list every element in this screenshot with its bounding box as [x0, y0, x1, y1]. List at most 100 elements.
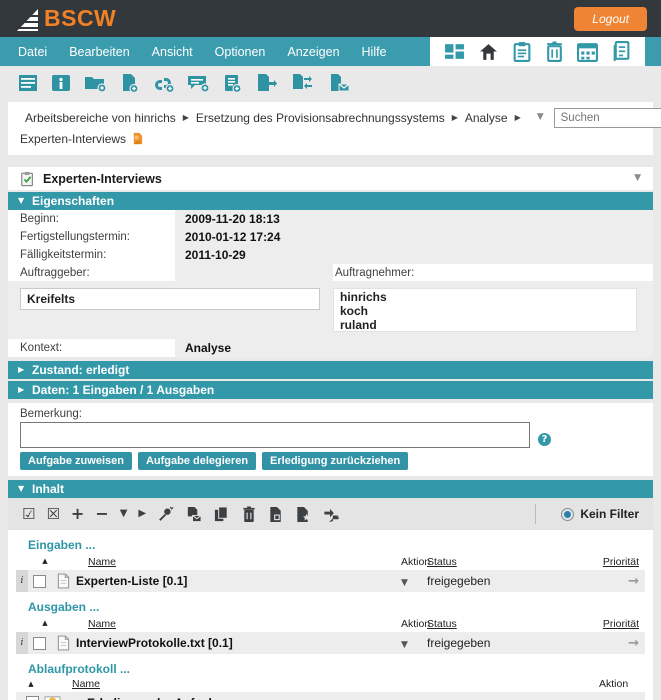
add-discussion-icon[interactable]: [187, 73, 209, 93]
section-label: Daten: 1 Eingaben / 1 Ausgaben: [32, 383, 214, 397]
column-status[interactable]: Status: [427, 618, 595, 630]
add-folder-icon[interactable]: [84, 73, 106, 93]
menu-ansicht[interactable]: Ansicht: [152, 45, 193, 59]
archive-document-icon[interactable]: [268, 506, 284, 523]
row-checkbox[interactable]: [33, 637, 46, 650]
section-daten[interactable]: Daten: 1 Eingaben / 1 Ausgaben: [8, 381, 653, 399]
sort-descending-icon[interactable]: [120, 509, 128, 519]
trash-icon[interactable]: [545, 41, 564, 62]
column-name[interactable]: Name: [88, 556, 401, 568]
deselect-all-icon[interactable]: [46, 507, 59, 522]
task-list-icon[interactable]: [611, 41, 631, 62]
section-zustand[interactable]: Zustand: erledigt: [8, 361, 653, 379]
menu-anzeigen[interactable]: Anzeigen: [287, 45, 339, 59]
section-eigenschaften[interactable]: Eigenschaften: [8, 192, 653, 210]
filter-label: Kein Filter: [580, 507, 639, 521]
expand-all-icon[interactable]: [71, 506, 84, 522]
aktion-menu-icon[interactable]: [401, 579, 408, 588]
sort-ascending-icon[interactable]: [138, 509, 146, 519]
radio-selected-icon[interactable]: [561, 508, 574, 521]
ausgaben-link[interactable]: Ausgaben ...: [8, 600, 653, 614]
auftraggeber-list[interactable]: Kreifelts: [20, 288, 320, 310]
breadcrumb-current[interactable]: Experten-Interviews: [20, 132, 126, 146]
auftragnehmer-item[interactable]: ruland: [340, 318, 630, 332]
info-icon[interactable]: [51, 73, 71, 93]
menu-hilfe[interactable]: Hilfe: [362, 45, 387, 59]
column-name[interactable]: Name: [88, 618, 401, 630]
breadcrumb-item-analyse[interactable]: Analyse: [465, 111, 508, 125]
section-inhalt[interactable]: Inhalt: [8, 480, 653, 498]
catch-up-pin-icon[interactable]: [157, 506, 174, 523]
aktion-menu-icon[interactable]: [401, 641, 408, 650]
eingaben-header: Name Aktion Status Priorität: [8, 555, 653, 568]
add-task-icon[interactable]: [222, 73, 242, 93]
aufgabe-delegieren-button[interactable]: Aufgabe delegieren: [138, 452, 256, 470]
property-value: 2009-11-20 18:13: [175, 212, 280, 226]
aufgabe-zuweisen-button[interactable]: Aufgabe zuweisen: [20, 452, 132, 470]
property-value: Analyse: [175, 341, 231, 355]
menu-optionen[interactable]: Optionen: [215, 45, 266, 59]
breadcrumb-root[interactable]: Arbeitsbereiche von hinrichs: [25, 111, 176, 125]
property-value: 2010-01-12 17:24: [175, 230, 280, 244]
column-prioritaet[interactable]: Priorität: [595, 618, 645, 630]
title-menu-caret-icon[interactable]: [634, 174, 641, 183]
auftragnehmer-list[interactable]: hinrichs koch ruland: [333, 288, 637, 332]
add-document-icon[interactable]: [119, 73, 139, 93]
upload-document-icon[interactable]: [255, 73, 277, 93]
bscw-logo[interactable]: BSCW: [14, 5, 116, 32]
auftragnehmer-item[interactable]: koch: [340, 304, 630, 318]
sort-icon[interactable]: [16, 681, 46, 688]
collapse-icon: [18, 485, 32, 493]
convert-document-icon[interactable]: [290, 73, 314, 93]
ablaufprotokoll-link[interactable]: Ablaufprotokoll ...: [8, 662, 653, 676]
home-icon[interactable]: [478, 41, 499, 62]
bemerkung-textarea[interactable]: [20, 422, 530, 448]
clipboard-icon[interactable]: [512, 41, 532, 62]
sort-icon[interactable]: [28, 558, 62, 565]
logo-pages-icon: [14, 6, 40, 32]
eingaben-link[interactable]: Eingaben ...: [8, 538, 653, 552]
logout-button[interactable]: Logout: [574, 7, 647, 31]
column-status[interactable]: Status: [427, 556, 595, 568]
file-name[interactable]: InterviewProtokolle.txt [0.1]: [76, 636, 401, 650]
document-star-icon[interactable]: [295, 506, 311, 523]
send-document-icon[interactable]: [327, 73, 349, 93]
send-file-icon[interactable]: [185, 506, 202, 523]
search-input[interactable]: [554, 108, 661, 128]
collapse-all-icon[interactable]: [95, 506, 108, 522]
quick-access-panel: [430, 37, 645, 66]
erledigung-zurueckziehen-button[interactable]: Erledigung zurückziehen: [262, 452, 408, 470]
table-view-icon[interactable]: [18, 73, 38, 93]
calendar-icon[interactable]: [577, 41, 598, 62]
dashboard-icon[interactable]: [444, 41, 465, 62]
row-checkbox[interactable]: [33, 575, 46, 588]
content-toolbar: Kein Filter: [8, 498, 653, 530]
help-icon[interactable]: [538, 433, 551, 446]
workspace-task-icon: [131, 132, 144, 145]
log-row-erledigung: Erledigung der Aufgabe: [16, 692, 645, 700]
document-icon: [57, 573, 70, 589]
info-gutter-icon[interactable]: [16, 632, 28, 654]
copy-icon[interactable]: [213, 506, 230, 523]
breadcrumb-item-provisionsabrechnung[interactable]: Ersetzung des Provisionsabrechnungssyste…: [196, 111, 445, 125]
row-checkbox[interactable]: [26, 696, 39, 700]
event-name[interactable]: Erledigung der Aufgabe: [87, 696, 223, 700]
file-name[interactable]: Experten-Liste [0.1]: [76, 574, 401, 588]
menu-datei[interactable]: Datei: [18, 45, 47, 59]
filter-radio[interactable]: Kein Filter: [561, 507, 639, 521]
menu-bar: Datei Bearbeiten Ansicht Optionen Anzeig…: [0, 37, 661, 66]
file-status: freigegeben: [427, 636, 595, 650]
move-icon[interactable]: [322, 506, 340, 523]
column-name[interactable]: Name: [72, 678, 100, 690]
breadcrumb-dropdown-icon[interactable]: [537, 113, 544, 122]
delete-icon[interactable]: [241, 506, 257, 523]
auftragnehmer-item[interactable]: hinrichs: [340, 290, 630, 304]
sort-icon[interactable]: [28, 620, 62, 627]
menu-bearbeiten[interactable]: Bearbeiten: [69, 45, 129, 59]
info-gutter-icon[interactable]: [16, 570, 28, 592]
toolbar-divider: [535, 504, 536, 524]
column-prioritaet[interactable]: Priorität: [595, 556, 645, 568]
select-all-icon[interactable]: [22, 507, 35, 522]
add-link-icon[interactable]: [152, 73, 174, 93]
party-boxes-row: Kreifelts hinrichs koch ruland: [8, 281, 653, 339]
